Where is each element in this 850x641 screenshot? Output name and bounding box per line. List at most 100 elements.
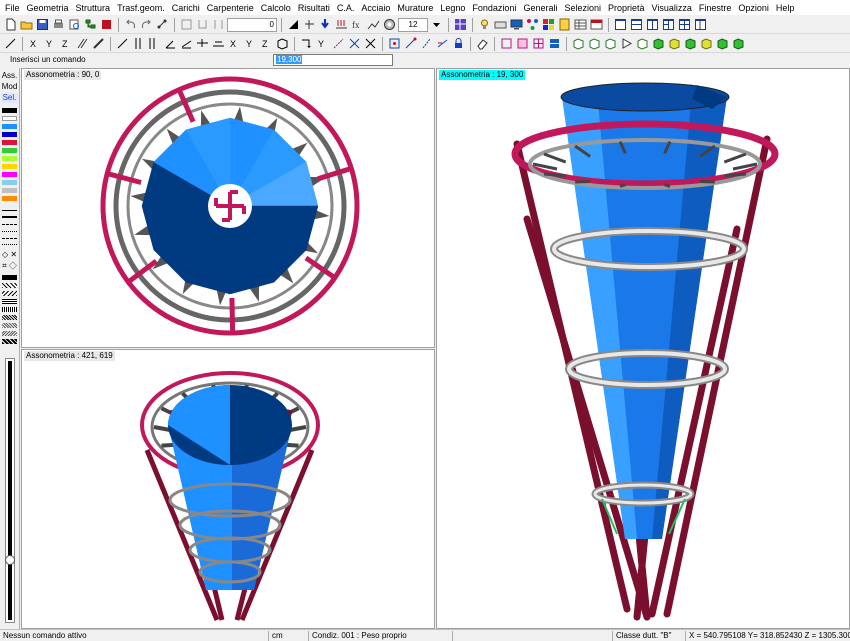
new-file-icon[interactable] xyxy=(3,17,18,32)
node-dashed-icon[interactable] xyxy=(331,36,346,51)
fill-pattern-solid[interactable] xyxy=(2,275,17,280)
menu-acciaio[interactable]: Acciaio xyxy=(358,3,394,13)
view-u-icon[interactable] xyxy=(195,17,210,32)
z-axis-icon[interactable]: Z xyxy=(59,36,74,51)
menu-file[interactable]: File xyxy=(2,3,24,13)
layout-hsplit-icon[interactable] xyxy=(629,17,644,32)
node-x-icon[interactable] xyxy=(363,36,378,51)
y-axis-icon[interactable]: Y xyxy=(43,36,58,51)
fx-icon[interactable]: fx xyxy=(350,17,365,32)
layout-single-icon[interactable] xyxy=(613,17,628,32)
palette-swatch[interactable] xyxy=(2,140,17,145)
palette-swatch[interactable] xyxy=(2,116,17,121)
y-plane-icon[interactable]: Y xyxy=(243,36,258,51)
x-axis-icon[interactable]: X xyxy=(27,36,42,51)
menu-calcolo[interactable]: Calcolo xyxy=(258,3,295,13)
viewport-right[interactable]: Assonometria : 19, 300 xyxy=(436,68,850,629)
wall-tool-icon[interactable] xyxy=(147,36,162,51)
sel-beam-icon[interactable] xyxy=(403,36,418,51)
menu-generali[interactable]: Generali xyxy=(520,3,561,13)
cube-green-2-icon[interactable] xyxy=(683,36,698,51)
layout-vsplit-icon[interactable] xyxy=(645,17,660,32)
viewport-top-left[interactable]: Assonometria : 90, 0 xyxy=(21,68,435,348)
box-plane-icon[interactable] xyxy=(275,36,290,51)
node-arrow-icon[interactable] xyxy=(299,36,314,51)
monitor-icon[interactable] xyxy=(509,17,524,32)
keyboard-icon[interactable] xyxy=(493,17,508,32)
line-chart-icon[interactable] xyxy=(366,17,381,32)
menu-opzioni[interactable]: Opzioni xyxy=(735,3,773,13)
palette-swatch[interactable] xyxy=(2,172,17,177)
angle-tool-icon[interactable] xyxy=(163,36,178,51)
menu-visualizza[interactable]: Visualizza xyxy=(649,3,696,13)
load-arrows-icon[interactable] xyxy=(334,17,349,32)
snap-toggle-icon[interactable]: ◇ ✕ xyxy=(1,250,18,260)
diagonal-icon[interactable] xyxy=(91,36,106,51)
fill-pattern-diag-rev[interactable] xyxy=(2,291,17,296)
palette-swatch[interactable] xyxy=(2,196,17,201)
sel-node-icon[interactable] xyxy=(387,36,402,51)
menu-geometria[interactable]: Geometria xyxy=(24,3,73,13)
tree-icon[interactable] xyxy=(83,17,98,32)
viewport-bottom-left[interactable]: Assonometria : 421, 619 xyxy=(21,349,435,629)
calendar-icon[interactable] xyxy=(589,17,604,32)
menu-risultati[interactable]: Risultati xyxy=(295,3,334,13)
line-style-dotted[interactable] xyxy=(2,231,17,232)
fill-pattern-grey-rev[interactable] xyxy=(2,331,17,336)
x-plane-icon[interactable]: X xyxy=(227,36,242,51)
frame-fill-icon[interactable] xyxy=(515,36,530,51)
menu-carichi[interactable]: Carichi xyxy=(169,3,204,13)
palette-swatch[interactable] xyxy=(2,124,17,129)
cube-3-icon[interactable] xyxy=(603,36,618,51)
cube-4-icon[interactable] xyxy=(635,36,650,51)
cube-1-icon[interactable] xyxy=(571,36,586,51)
mod-button[interactable]: Mod xyxy=(1,82,18,92)
menu-finestre[interactable]: Finestre xyxy=(696,3,736,13)
node-y-icon[interactable]: Y xyxy=(315,36,330,51)
open-folder-icon[interactable] xyxy=(19,17,34,32)
graph-icon[interactable] xyxy=(155,17,170,32)
menu-trasf-geom[interactable]: Trasf.geom. xyxy=(114,3,169,13)
palette-swatch[interactable] xyxy=(2,164,17,169)
layout-three-icon[interactable] xyxy=(661,17,676,32)
frame-grid-icon[interactable] xyxy=(531,36,546,51)
node-cross-icon[interactable] xyxy=(347,36,362,51)
fill-pattern-heavy[interactable] xyxy=(2,339,17,344)
menu-carpenterie[interactable]: Carpenterie xyxy=(204,3,258,13)
fill-pattern-vert[interactable] xyxy=(2,307,17,312)
triangle-icon[interactable] xyxy=(286,17,301,32)
stop-icon[interactable] xyxy=(99,17,114,32)
sel-button[interactable]: Sel. xyxy=(1,93,18,103)
play-icon[interactable] xyxy=(619,36,634,51)
node-icon[interactable] xyxy=(302,17,317,32)
grid-mesh-icon[interactable] xyxy=(453,17,468,32)
beam-tool-icon[interactable] xyxy=(115,36,130,51)
column-tool-icon[interactable] xyxy=(131,36,146,51)
sel-link-icon[interactable] xyxy=(435,36,450,51)
print-icon[interactable] xyxy=(51,17,66,32)
menu-help[interactable]: Help xyxy=(773,3,799,13)
cube-yellow-2-icon[interactable] xyxy=(699,36,714,51)
cube-yellow-icon[interactable] xyxy=(667,36,682,51)
vertical-slider-thumb[interactable] xyxy=(5,555,15,565)
menu-fondazioni[interactable]: Fondazioni xyxy=(469,3,520,13)
document-yellow-icon[interactable] xyxy=(557,17,572,32)
sel-lock-icon[interactable] xyxy=(451,36,466,51)
palette-swatch[interactable] xyxy=(2,132,17,137)
line-style-solid[interactable] xyxy=(2,210,17,211)
view-front-icon[interactable] xyxy=(179,17,194,32)
cube-green-4-icon[interactable] xyxy=(731,36,746,51)
vertical-slider-track[interactable] xyxy=(5,358,15,623)
fill-pattern-horiz[interactable] xyxy=(2,299,17,304)
ass-button[interactable]: Ass. xyxy=(1,71,18,81)
fill-pattern-grey[interactable] xyxy=(2,323,17,328)
palette-swatch[interactable] xyxy=(2,108,17,113)
grid-toggle-icon[interactable]: ⌗ ◇ xyxy=(1,261,18,271)
z-plane-icon[interactable]: Z xyxy=(259,36,274,51)
layout-four-icon[interactable] xyxy=(677,17,692,32)
line-style-dashdot[interactable] xyxy=(2,238,17,239)
network-icon[interactable] xyxy=(525,17,540,32)
cube-green-icon[interactable] xyxy=(651,36,666,51)
arrow-blue-icon[interactable] xyxy=(318,17,333,32)
undo-icon[interactable] xyxy=(123,17,138,32)
